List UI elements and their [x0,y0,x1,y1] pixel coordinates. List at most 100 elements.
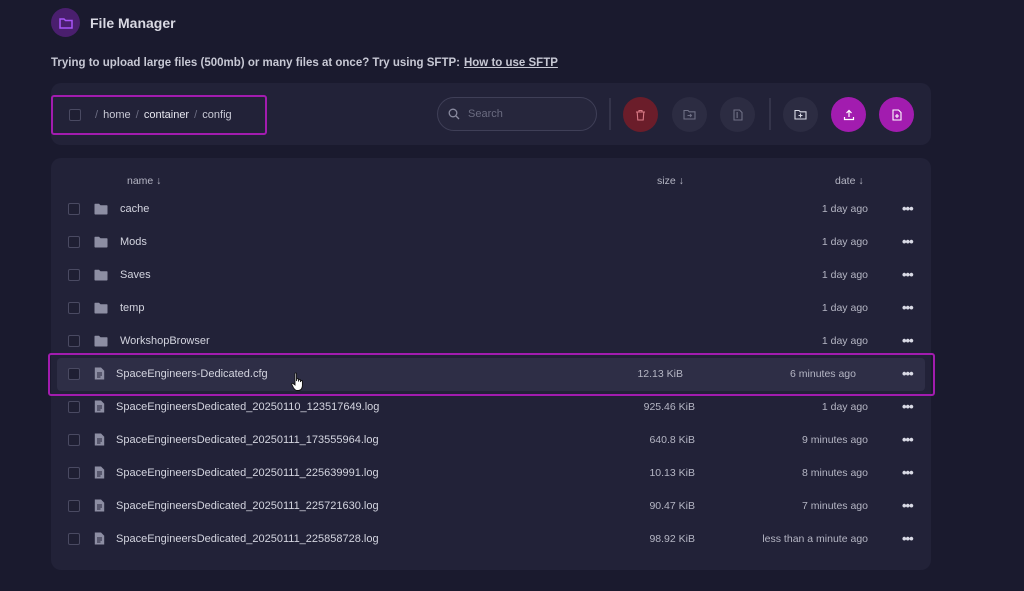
file-row[interactable]: SpaceEngineers-Dedicated.cfg 12.13 KiB 6 m… [57,358,925,391]
file-row[interactable]: SpaceEngineersDedicated_20250111_2256399… [51,457,931,490]
file-icon [94,532,105,550]
file-icon [94,499,105,517]
row-checkbox[interactable] [68,467,80,479]
move-button[interactable] [672,97,707,132]
more-actions-button[interactable]: ••• [902,498,914,513]
file-size: 640.8 KiB [649,434,695,446]
folder-icon [94,202,108,220]
file-row[interactable]: SpaceEngineersDedicated_20250111_2258587… [51,523,931,556]
hand-cursor-icon [291,372,303,391]
folder-row[interactable]: WorkshopBrowser 1 day ago ••• [51,325,931,358]
modified-date: 1 day ago [821,401,868,413]
notice-text: Trying to upload large files (500mb) or … [51,57,460,69]
row-checkbox[interactable] [68,368,80,380]
more-actions-button[interactable]: ••• [902,201,914,216]
folder-name[interactable]: WorkshopBrowser [120,335,210,347]
file-icon [94,400,105,418]
modified-date: 6 minutes ago [790,368,856,380]
column-header-date[interactable]: date ↓ [835,175,864,187]
folder-name[interactable]: temp [120,302,144,314]
file-name[interactable]: SpaceEngineers-Dedicated.cfg [116,368,268,380]
file-size: 925.46 KiB [643,401,695,413]
row-checkbox[interactable] [68,269,80,281]
toolbar-divider [769,98,771,130]
sftp-help-link[interactable]: How to use SFTP [464,57,558,69]
more-actions-button[interactable]: ••• [902,267,914,282]
upload-icon [843,109,854,120]
file-name[interactable]: SpaceEngineersDedicated_20250111_2256399… [116,467,379,479]
sftp-notice: Trying to upload large files (500mb) or … [51,57,558,69]
new-file-button[interactable] [879,97,914,132]
toolbar: / home / container / config [51,83,931,145]
compress-button[interactable] [720,97,755,132]
folder-open-icon [51,8,80,37]
breadcrumb-container[interactable]: container [144,109,189,121]
file-name[interactable]: SpaceEngineersDedicated_20250111_1735559… [116,434,379,446]
more-actions-button[interactable]: ••• [902,531,914,546]
select-all-checkbox[interactable] [69,109,81,121]
folder-icon [94,334,108,352]
modified-date: 1 day ago [821,269,868,281]
archive-icon [732,108,743,121]
modified-date: 1 day ago [821,236,868,248]
folder-icon [94,268,108,286]
file-name[interactable]: SpaceEngineersDedicated_20250110_1235176… [116,401,379,413]
file-icon [94,433,105,451]
file-row[interactable]: SpaceEngineersDedicated_20250111_2257216… [51,490,931,523]
folder-row[interactable]: cache 1 day ago ••• [51,193,931,226]
search-box[interactable] [437,97,597,131]
file-icon [94,367,105,385]
modified-date: 1 day ago [821,335,868,347]
row-checkbox[interactable] [68,203,80,215]
folder-plus-icon [794,109,807,120]
more-actions-button[interactable]: ••• [902,234,914,249]
column-header-size[interactable]: size ↓ [657,175,684,187]
row-checkbox[interactable] [68,236,80,248]
breadcrumb-home[interactable]: home [103,109,131,121]
row-checkbox[interactable] [68,401,80,413]
file-size: 10.13 KiB [649,467,695,479]
upload-button[interactable] [831,97,866,132]
more-actions-button[interactable]: ••• [902,300,914,315]
file-table: name ↓ size ↓ date ↓ cache 1 day ago ••• Mo… [51,158,931,570]
more-actions-button[interactable]: ••• [902,399,914,414]
file-name[interactable]: SpaceEngineersDedicated_20250111_2258587… [116,533,379,545]
folder-icon [94,301,108,319]
folder-row[interactable]: Saves 1 day ago ••• [51,259,931,292]
folder-name[interactable]: Mods [120,236,147,248]
modified-date: 7 minutes ago [802,500,868,512]
modified-date: 8 minutes ago [802,467,868,479]
breadcrumb: / home / container / config [51,95,267,135]
toolbar-divider [609,98,611,130]
new-folder-button[interactable] [783,97,818,132]
row-checkbox[interactable] [68,302,80,314]
file-plus-icon [891,108,902,121]
folder-name[interactable]: cache [120,203,149,215]
file-name[interactable]: SpaceEngineersDedicated_20250111_2257216… [116,500,379,512]
folder-row[interactable]: temp 1 day ago ••• [51,292,931,325]
file-row[interactable]: SpaceEngineersDedicated_20250110_1235176… [51,391,931,424]
app-header: File Manager [51,8,176,37]
more-actions-button[interactable]: ••• [902,465,914,480]
row-checkbox[interactable] [68,533,80,545]
file-size: 90.47 KiB [649,500,695,512]
delete-button[interactable] [623,97,658,132]
file-icon [94,466,105,484]
row-checkbox[interactable] [68,335,80,347]
more-actions-button[interactable]: ••• [902,432,914,447]
column-header-name[interactable]: name ↓ [127,175,161,187]
search-input[interactable] [468,108,578,120]
trash-icon [636,109,645,121]
row-checkbox[interactable] [68,500,80,512]
more-actions-button[interactable]: ••• [902,333,914,348]
row-checkbox[interactable] [68,434,80,446]
folder-row[interactable]: Mods 1 day ago ••• [51,226,931,259]
more-actions-button[interactable]: ••• [902,366,914,381]
file-row[interactable]: SpaceEngineersDedicated_20250111_1735559… [51,424,931,457]
modified-date: 9 minutes ago [802,434,868,446]
folder-move-icon [683,109,696,120]
file-size: 98.92 KiB [649,533,695,545]
folder-name[interactable]: Saves [120,269,151,281]
modified-date: less than a minute ago [762,533,868,545]
page-title: File Manager [90,14,176,31]
